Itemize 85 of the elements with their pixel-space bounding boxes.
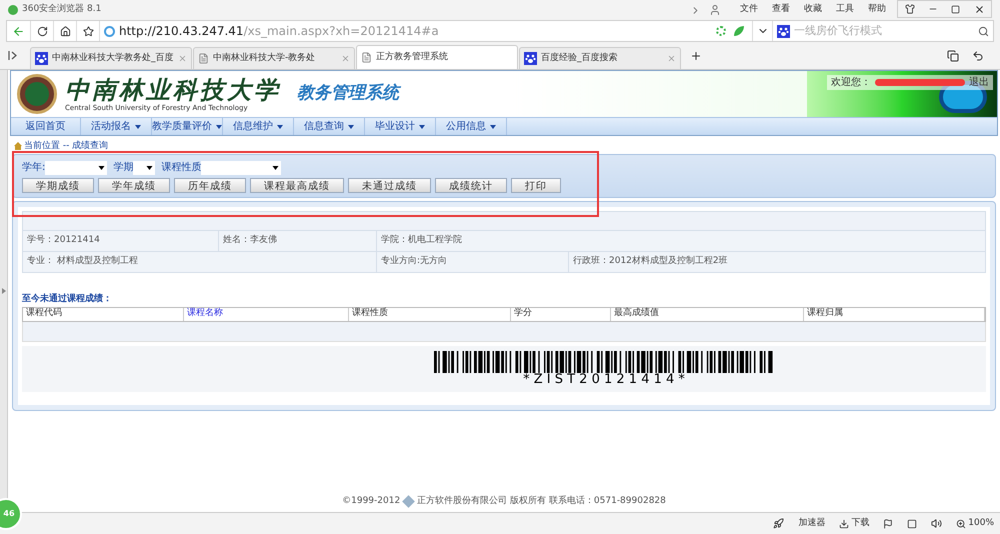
info-cell: 姓名：李友佛 [219,231,377,252]
menu-item[interactable]: 查看 [772,3,790,17]
nav-menu-item[interactable]: 公用信息 [436,118,507,135]
caret-icon [135,124,141,128]
menu-item[interactable]: 文件 [740,3,758,17]
breadcrumb: 当前位置 -- 成绩查询 [24,141,108,151]
paw-icon [35,52,48,65]
query-button[interactable]: 学年成绩 [98,178,170,193]
query-button[interactable]: 学期成绩 [22,178,94,193]
info-cell: 行政班：2012材料成型及控制工程2班 [569,252,986,273]
user-icon[interactable] [709,4,721,16]
download-icon[interactable] [839,518,850,528]
browser-tab[interactable]: 中南林业科技大学教务处_百度 [30,47,192,69]
nav-menu-item[interactable]: 活动报名 [81,118,152,135]
page-icon [198,53,209,64]
info-cell: 学院：机电工程学院 [377,231,986,252]
close-icon[interactable] [974,4,984,14]
caret-icon [277,124,283,128]
select-field[interactable] [201,160,282,174]
caret-icon [490,124,496,128]
system-title: 教务管理系统 [297,81,399,107]
column-header[interactable]: 课程名称 [184,308,349,320]
filter-label: 学期 [113,160,134,175]
tabs-icon[interactable] [947,50,959,62]
column-header: 课程性质 [349,308,511,320]
info-cell: 专业方向:无方向 [377,252,569,273]
copyright-text: ©1999-2012 [342,494,400,508]
filter-label: 课程性质 [161,160,202,175]
caret-icon [98,166,106,170]
menu-item[interactable]: 帮助 [868,3,886,17]
filter-label: 学年: [22,161,46,175]
browser-tab[interactable]: 正方教务管理系统 [356,45,518,69]
school-name: 中南林业科技大学 [65,76,281,104]
query-button[interactable]: 课程最高成绩 [250,178,344,193]
menu-item[interactable]: 工具 [836,3,854,17]
caret-icon [216,124,222,128]
undo-icon[interactable] [972,50,984,62]
column-header: 课程归属 [804,308,985,320]
zoom-button[interactable]: 100% [968,516,994,530]
section-title: 至今未通过课程成绩： [22,293,113,306]
shirt-icon[interactable] [904,4,914,14]
barcode-text: * Z I S T 2 0 1 2 1 4 1 4 * [523,372,685,386]
flag-icon[interactable] [883,518,894,528]
paw-icon [524,52,537,65]
school-emblem-icon [17,74,57,114]
caret-icon [146,166,154,170]
query-button[interactable]: 历年成绩 [174,178,246,193]
expand-arrow-icon[interactable] [2,288,6,294]
download-button[interactable]: 下载 [851,516,870,530]
nav-menu-item[interactable]: 返回首页 [11,118,81,135]
nav-menu-item[interactable]: 教学质量评价 [152,118,223,135]
info-cell: 专业： 材料成型及控制工程 [23,252,377,273]
page-icon [361,52,372,63]
info-cell: 学号：20121414 [23,231,219,252]
window-icon[interactable] [907,518,918,528]
caret-icon [419,124,425,128]
query-button[interactable]: 成绩统计 [435,178,507,193]
logout-link[interactable]: 退出 [969,75,989,90]
welcome-label: 欢迎您： [831,76,871,90]
nav-menu-item[interactable]: 信息维护 [223,118,294,135]
browser-tab[interactable]: 中南林业科技大学-教务处 [193,47,355,69]
browser-tab[interactable]: 百度经验_百度搜索 [519,47,681,69]
zoom-icon[interactable] [956,518,966,528]
home-icon [14,142,22,150]
accelerator-button[interactable]: 加速器 [798,516,826,530]
browser-logo-icon [8,5,18,15]
sidebar-toggle-icon[interactable] [8,51,17,60]
window-title: 360安全浏览器 8.1 [22,3,102,16]
maximize-icon[interactable] [951,4,960,14]
nav-menu-item[interactable]: 信息查询 [294,118,365,135]
column-header: 学分 [511,308,611,320]
company-text: 正方软件股份有限公司 版权所有 联系电话：0571-89902828 [417,494,666,508]
caret-icon [348,124,354,128]
rocket-icon[interactable] [773,518,784,529]
column-header: 最高成绩值 [611,308,804,320]
speaker-icon[interactable] [931,518,942,529]
column-header: 课程代码 [23,308,184,320]
caret-icon [272,166,280,170]
query-button[interactable]: 打印 [511,178,561,193]
menu-item[interactable]: 收藏 [804,3,822,17]
select-field[interactable] [133,160,156,174]
query-button[interactable]: 未通过成绩 [348,178,431,193]
select-field[interactable] [45,160,108,174]
nav-menu-item[interactable]: 毕业设计 [365,118,436,135]
new-tab-icon[interactable] [690,50,702,62]
